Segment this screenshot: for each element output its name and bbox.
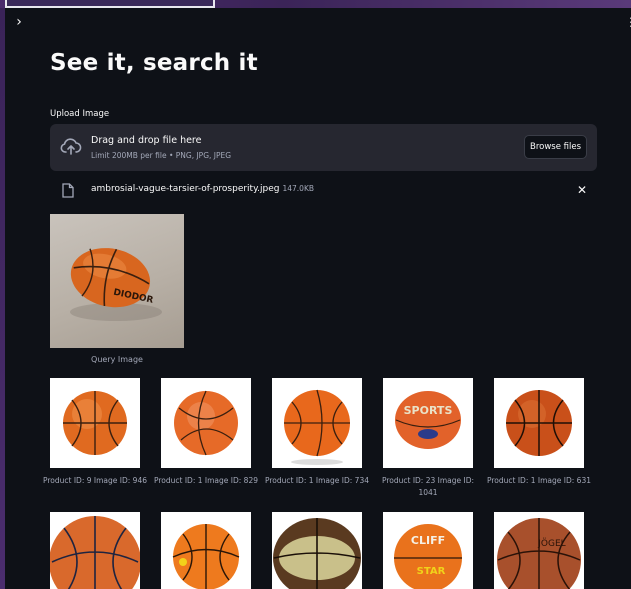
close-icon[interactable]: ✕ bbox=[575, 183, 589, 197]
app-main: › ⋮ See it, search it Upload Image Drag … bbox=[5, 8, 631, 589]
upload-label: Upload Image bbox=[50, 109, 110, 119]
svg-text:SPORTS: SPORTS bbox=[404, 404, 453, 417]
result-image[interactable] bbox=[272, 512, 362, 589]
result-caption: Product ID: 23 Image ID: 1041 bbox=[381, 476, 475, 497]
dropzone-title: Drag and drop file here bbox=[91, 135, 202, 146]
file-dropzone[interactable]: Drag and drop file here Limit 200MB per … bbox=[50, 124, 597, 171]
svg-text:CLIFF: CLIFF bbox=[411, 534, 445, 547]
result-image[interactable]: CLIFF STAR bbox=[383, 512, 473, 589]
query-image: DIODOR bbox=[50, 214, 184, 348]
sidebar-expand-button[interactable]: › bbox=[11, 14, 27, 30]
cloud-upload-icon bbox=[60, 137, 82, 157]
file-icon bbox=[62, 183, 74, 198]
svg-text:JÖGEL: JÖGEL bbox=[537, 538, 565, 549]
result-image[interactable] bbox=[494, 378, 584, 468]
result-caption: Product ID: 1 Image ID: 631 bbox=[486, 476, 591, 485]
browser-tab[interactable] bbox=[5, 0, 215, 8]
query-image-caption: Query Image bbox=[91, 355, 143, 364]
svg-text:STAR: STAR bbox=[417, 566, 446, 577]
result-caption: Product ID: 1 Image ID: 829 bbox=[153, 476, 258, 485]
dropzone-limit: Limit 200MB per file • PNG, JPG, JPEG bbox=[91, 151, 232, 160]
uploaded-file-row: ambrosial-vague-tarsier-of-prosperity.jp… bbox=[50, 180, 597, 200]
result-image[interactable]: JÖGEL bbox=[494, 512, 584, 589]
result-image[interactable] bbox=[161, 378, 251, 468]
page-title: See it, search it bbox=[50, 50, 258, 76]
result-image[interactable]: SPORTS bbox=[383, 378, 473, 468]
kebab-icon[interactable]: ⋮ bbox=[625, 14, 631, 30]
file-name: ambrosial-vague-tarsier-of-prosperity.jp… bbox=[91, 184, 280, 194]
file-size: 147.0KB bbox=[282, 184, 315, 193]
file-name-text: ambrosial-vague-tarsier-of-prosperity.jp… bbox=[91, 184, 314, 194]
browse-files-button[interactable]: Browse files bbox=[524, 135, 587, 159]
result-image[interactable] bbox=[50, 512, 140, 589]
result-image[interactable] bbox=[272, 378, 362, 468]
result-caption: Product ID: 1 Image ID: 734 bbox=[264, 476, 369, 485]
result-image[interactable] bbox=[161, 512, 251, 589]
result-image[interactable] bbox=[50, 378, 140, 468]
result-caption: Product ID: 9 Image ID: 946 bbox=[42, 476, 147, 485]
chevron-right-icon: › bbox=[16, 14, 22, 30]
